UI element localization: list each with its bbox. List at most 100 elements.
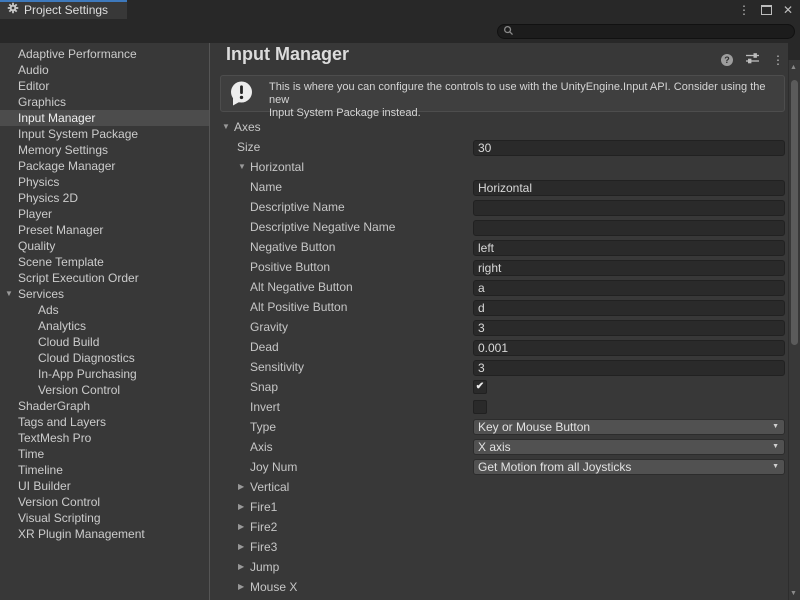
sidebar-item-preset-manager[interactable]: Preset Manager xyxy=(0,222,209,238)
sidebar-item-version-control-service[interactable]: Version Control xyxy=(0,382,209,398)
help-icon[interactable]: ? xyxy=(721,54,733,66)
sidebar-item-label: Tags and Layers xyxy=(18,415,106,429)
sidebar-item-ads[interactable]: Ads xyxy=(0,302,209,318)
alt-positive-button-input[interactable] xyxy=(473,300,785,316)
sidebar-item-player[interactable]: Player xyxy=(0,206,209,222)
name-input[interactable] xyxy=(473,180,785,196)
sidebar-item-analytics[interactable]: Analytics xyxy=(0,318,209,334)
foldout-label: Jump xyxy=(250,560,279,574)
scrollbar-thumb[interactable] xyxy=(791,80,798,345)
gravity-input[interactable] xyxy=(473,320,785,336)
dropdown-value: Key or Mouse Button xyxy=(478,420,590,434)
field-label: Snap xyxy=(250,380,278,394)
foldout-label: Fire2 xyxy=(250,520,277,534)
sidebar-item-xr-plugin-management[interactable]: XR Plugin Management xyxy=(0,526,209,542)
foldout-closed-icon[interactable]: ▶ xyxy=(238,482,244,491)
presets-icon[interactable] xyxy=(745,51,760,69)
type-dropdown[interactable]: Key or Mouse Button ▼ xyxy=(473,419,785,435)
sidebar-item-label: XR Plugin Management xyxy=(18,527,145,541)
sidebar-item-services[interactable]: ▼ Services xyxy=(0,286,209,302)
field-label: Type xyxy=(250,420,276,434)
scroll-up-icon[interactable]: ▲ xyxy=(790,64,797,71)
search-input[interactable] xyxy=(517,26,794,38)
sidebar-item-graphics[interactable]: Graphics xyxy=(0,94,209,110)
foldout-label: Fire1 xyxy=(250,500,277,514)
sensitivity-input[interactable] xyxy=(473,360,785,376)
sidebar-item-version-control[interactable]: Version Control xyxy=(0,494,209,510)
snap-checkbox[interactable]: ✔ xyxy=(473,380,487,394)
foldout-label: Horizontal xyxy=(250,160,304,174)
sidebar-item-physics-2d[interactable]: Physics 2D xyxy=(0,190,209,206)
sidebar-item-scene-template[interactable]: Scene Template xyxy=(0,254,209,270)
tab-project-settings[interactable]: Project Settings xyxy=(0,0,127,19)
foldout-closed-icon[interactable]: ▶ xyxy=(238,542,244,551)
sidebar-item-label: TextMesh Pro xyxy=(18,431,91,445)
window-menu-kebab-icon[interactable]: ⋮ xyxy=(738,4,750,16)
descriptive-negative-name-input[interactable] xyxy=(473,220,785,236)
scroll-down-icon[interactable]: ▼ xyxy=(790,590,797,597)
tab-title: Project Settings xyxy=(24,3,108,17)
foldout-vertical[interactable]: ▶ Vertical xyxy=(210,477,788,497)
input-manager-panel: Input Manager ? ⋮ xyxy=(210,43,788,600)
sidebar-item-tags-and-layers[interactable]: Tags and Layers xyxy=(0,414,209,430)
positive-button-input[interactable] xyxy=(473,260,785,276)
row-name: Name xyxy=(210,177,788,197)
dropdown-value: X axis xyxy=(478,440,511,454)
row-invert: Invert xyxy=(210,397,788,417)
foldout-jump[interactable]: ▶ Jump xyxy=(210,557,788,577)
sidebar-item-physics[interactable]: Physics xyxy=(0,174,209,190)
row-negative-button: Negative Button xyxy=(210,237,788,257)
sidebar-item-timeline[interactable]: Timeline xyxy=(0,462,209,478)
sidebar-item-input-system-package[interactable]: Input System Package xyxy=(0,126,209,142)
chevron-down-icon: ▼ xyxy=(772,443,779,450)
sidebar-item-script-execution-order[interactable]: Script Execution Order xyxy=(0,270,209,286)
foldout-closed-icon[interactable]: ▶ xyxy=(238,582,244,591)
field-label: Gravity xyxy=(250,320,288,334)
sidebar-item-quality[interactable]: Quality xyxy=(0,238,209,254)
foldout-closed-icon[interactable]: ▶ xyxy=(238,522,244,531)
descriptive-name-input[interactable] xyxy=(473,200,785,216)
negative-button-input[interactable] xyxy=(473,240,785,256)
search-field[interactable] xyxy=(497,24,795,39)
sidebar-item-package-manager[interactable]: Package Manager xyxy=(0,158,209,174)
foldout-mouse-x[interactable]: ▶ Mouse X xyxy=(210,577,788,597)
foldout-open-icon[interactable]: ▼ xyxy=(5,286,13,302)
foldout-open-icon[interactable]: ▼ xyxy=(222,122,230,131)
maximize-icon[interactable] xyxy=(761,5,772,15)
foldout-horizontal[interactable]: ▼ Horizontal xyxy=(210,157,788,177)
sidebar-item-memory-settings[interactable]: Memory Settings xyxy=(0,142,209,158)
sidebar-item-cloud-build[interactable]: Cloud Build xyxy=(0,334,209,350)
sidebar-item-textmesh-pro[interactable]: TextMesh Pro xyxy=(0,430,209,446)
sidebar-item-ui-builder[interactable]: UI Builder xyxy=(0,478,209,494)
foldout-closed-icon[interactable]: ▶ xyxy=(238,502,244,511)
foldout-open-icon[interactable]: ▼ xyxy=(238,162,246,171)
alt-negative-button-input[interactable] xyxy=(473,280,785,296)
sidebar-item-editor[interactable]: Editor xyxy=(0,78,209,94)
sidebar-item-audio[interactable]: Audio xyxy=(0,62,209,78)
foldout-fire3[interactable]: ▶ Fire3 xyxy=(210,537,788,557)
foldout-label: Mouse X xyxy=(250,580,297,594)
foldout-fire2[interactable]: ▶ Fire2 xyxy=(210,517,788,537)
sidebar-item-shadergraph[interactable]: ShaderGraph xyxy=(0,398,209,414)
dead-input[interactable] xyxy=(473,340,785,356)
size-input[interactable] xyxy=(473,140,785,156)
axis-dropdown[interactable]: X axis ▼ xyxy=(473,439,785,455)
joy-num-dropdown[interactable]: Get Motion from all Joysticks ▼ xyxy=(473,459,785,475)
foldout-closed-icon[interactable]: ▶ xyxy=(238,562,244,571)
sidebar-item-input-manager[interactable]: Input Manager xyxy=(0,110,209,126)
invert-checkbox[interactable] xyxy=(473,400,487,414)
sidebar-item-label: Adaptive Performance xyxy=(18,47,137,61)
sidebar-item-adaptive-performance[interactable]: Adaptive Performance xyxy=(0,46,209,62)
foldout-axes[interactable]: ▼ Axes xyxy=(210,117,788,137)
row-alt-positive-button: Alt Positive Button xyxy=(210,297,788,317)
field-label: Descriptive Negative Name xyxy=(250,220,395,234)
panel-menu-kebab-icon[interactable]: ⋮ xyxy=(772,54,784,66)
toolbar xyxy=(0,19,800,43)
close-icon[interactable]: ✕ xyxy=(783,4,793,16)
sidebar-item-visual-scripting[interactable]: Visual Scripting xyxy=(0,510,209,526)
sidebar-item-time[interactable]: Time xyxy=(0,446,209,462)
sidebar-item-in-app-purchasing[interactable]: In-App Purchasing xyxy=(0,366,209,382)
foldout-fire1[interactable]: ▶ Fire1 xyxy=(210,497,788,517)
field-label: Size xyxy=(237,140,260,154)
sidebar-item-cloud-diagnostics[interactable]: Cloud Diagnostics xyxy=(0,350,209,366)
